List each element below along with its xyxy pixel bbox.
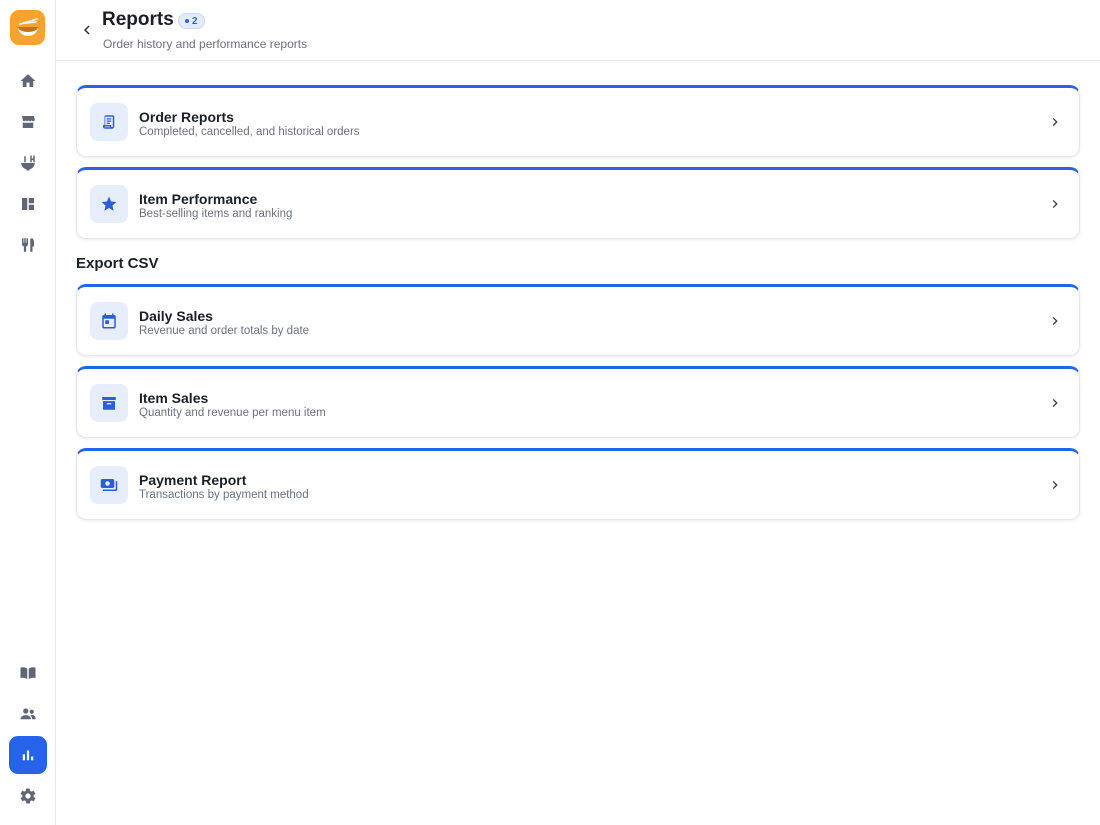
card-icon-box — [90, 384, 128, 422]
count-badge: 2 — [178, 13, 205, 29]
card-text: Order Reports Completed, cancelled, and … — [139, 109, 360, 139]
page-subtitle: Order history and performance reports — [103, 37, 308, 51]
people-icon — [20, 708, 36, 720]
nav-kitchen[interactable] — [9, 144, 47, 182]
card-description: Transactions by payment method — [139, 489, 309, 501]
card-title: Item Performance — [139, 191, 258, 207]
section-title-export-csv: Export CSV — [76, 255, 159, 272]
calendar-icon — [102, 313, 116, 329]
card-text: Daily Sales Revenue and order totals by … — [139, 308, 309, 338]
card-text: Payment Report Transactions by payment m… — [139, 472, 309, 502]
noodle-bowl-logo-icon — [17, 17, 38, 36]
app-logo[interactable] — [10, 10, 45, 45]
chevron-right-icon — [1047, 395, 1063, 411]
export-card-daily-sales[interactable]: Daily Sales Revenue and order totals by … — [76, 284, 1080, 356]
card-description: Completed, cancelled, and historical ord… — [139, 126, 360, 138]
card-icon-box — [90, 185, 128, 223]
chevron-right-icon — [1047, 196, 1063, 212]
chevron-right-icon — [1047, 477, 1063, 493]
badge-dot — [185, 19, 189, 23]
card-description: Best-selling items and ranking — [139, 208, 293, 220]
chevron-right-icon — [1047, 114, 1063, 130]
card-description: Quantity and revenue per menu item — [139, 407, 326, 419]
utensils-icon — [22, 238, 34, 252]
card-text: Item Sales Quantity and revenue per menu… — [139, 390, 326, 420]
report-card-item-performance[interactable]: Item Performance Best-selling items and … — [76, 167, 1080, 239]
noodle-bowl-icon — [21, 155, 35, 171]
nav-dining[interactable] — [9, 226, 47, 264]
card-icon-box — [90, 466, 128, 504]
page-header: Reports 2 Order history and performance … — [56, 0, 1100, 61]
chevron-right-icon — [1047, 313, 1063, 329]
card-icon-box — [90, 302, 128, 340]
menu-book-icon — [20, 667, 36, 679]
card-title: Order Reports — [139, 109, 234, 125]
payments-icon — [100, 479, 118, 491]
archive-box-icon — [102, 397, 116, 410]
sidebar — [0, 0, 56, 825]
nav-users[interactable] — [9, 695, 47, 733]
gear-icon — [20, 788, 36, 804]
card-text: Item Performance Best-selling items and … — [139, 191, 292, 221]
badge-count: 2 — [192, 15, 198, 27]
nav-menu[interactable] — [9, 654, 47, 692]
home-icon — [20, 74, 36, 87]
nav-settings[interactable] — [9, 777, 47, 815]
nav-home[interactable] — [9, 62, 47, 100]
receipt-icon — [103, 115, 115, 129]
card-description: Revenue and order totals by date — [139, 325, 310, 337]
storefront-icon — [22, 116, 35, 128]
card-title: Payment Report — [139, 472, 247, 488]
nav-dashboard[interactable] — [9, 185, 47, 223]
bar-chart-icon — [22, 750, 34, 761]
export-card-item-sales[interactable]: Item Sales Quantity and revenue per menu… — [76, 366, 1080, 438]
main-area: Reports 2 Order history and performance … — [56, 0, 1100, 825]
star-icon — [101, 196, 117, 211]
nav-store[interactable] — [9, 103, 47, 141]
nav-reports[interactable] — [9, 736, 47, 774]
chevron-left-icon — [84, 25, 90, 35]
card-icon-box — [90, 103, 128, 141]
app-root: Reports 2 Order history and performance … — [0, 0, 1100, 825]
report-list: Order Reports Completed, cancelled, and … — [76, 85, 1080, 530]
export-card-payment-report[interactable]: Payment Report Transactions by payment m… — [76, 448, 1080, 520]
card-title: Item Sales — [139, 390, 209, 406]
report-card-order-reports[interactable]: Order Reports Completed, cancelled, and … — [76, 85, 1080, 157]
dashboard-icon — [22, 198, 34, 210]
page-title: Reports — [102, 9, 174, 30]
back-button[interactable] — [76, 19, 98, 41]
card-title: Daily Sales — [139, 308, 213, 324]
